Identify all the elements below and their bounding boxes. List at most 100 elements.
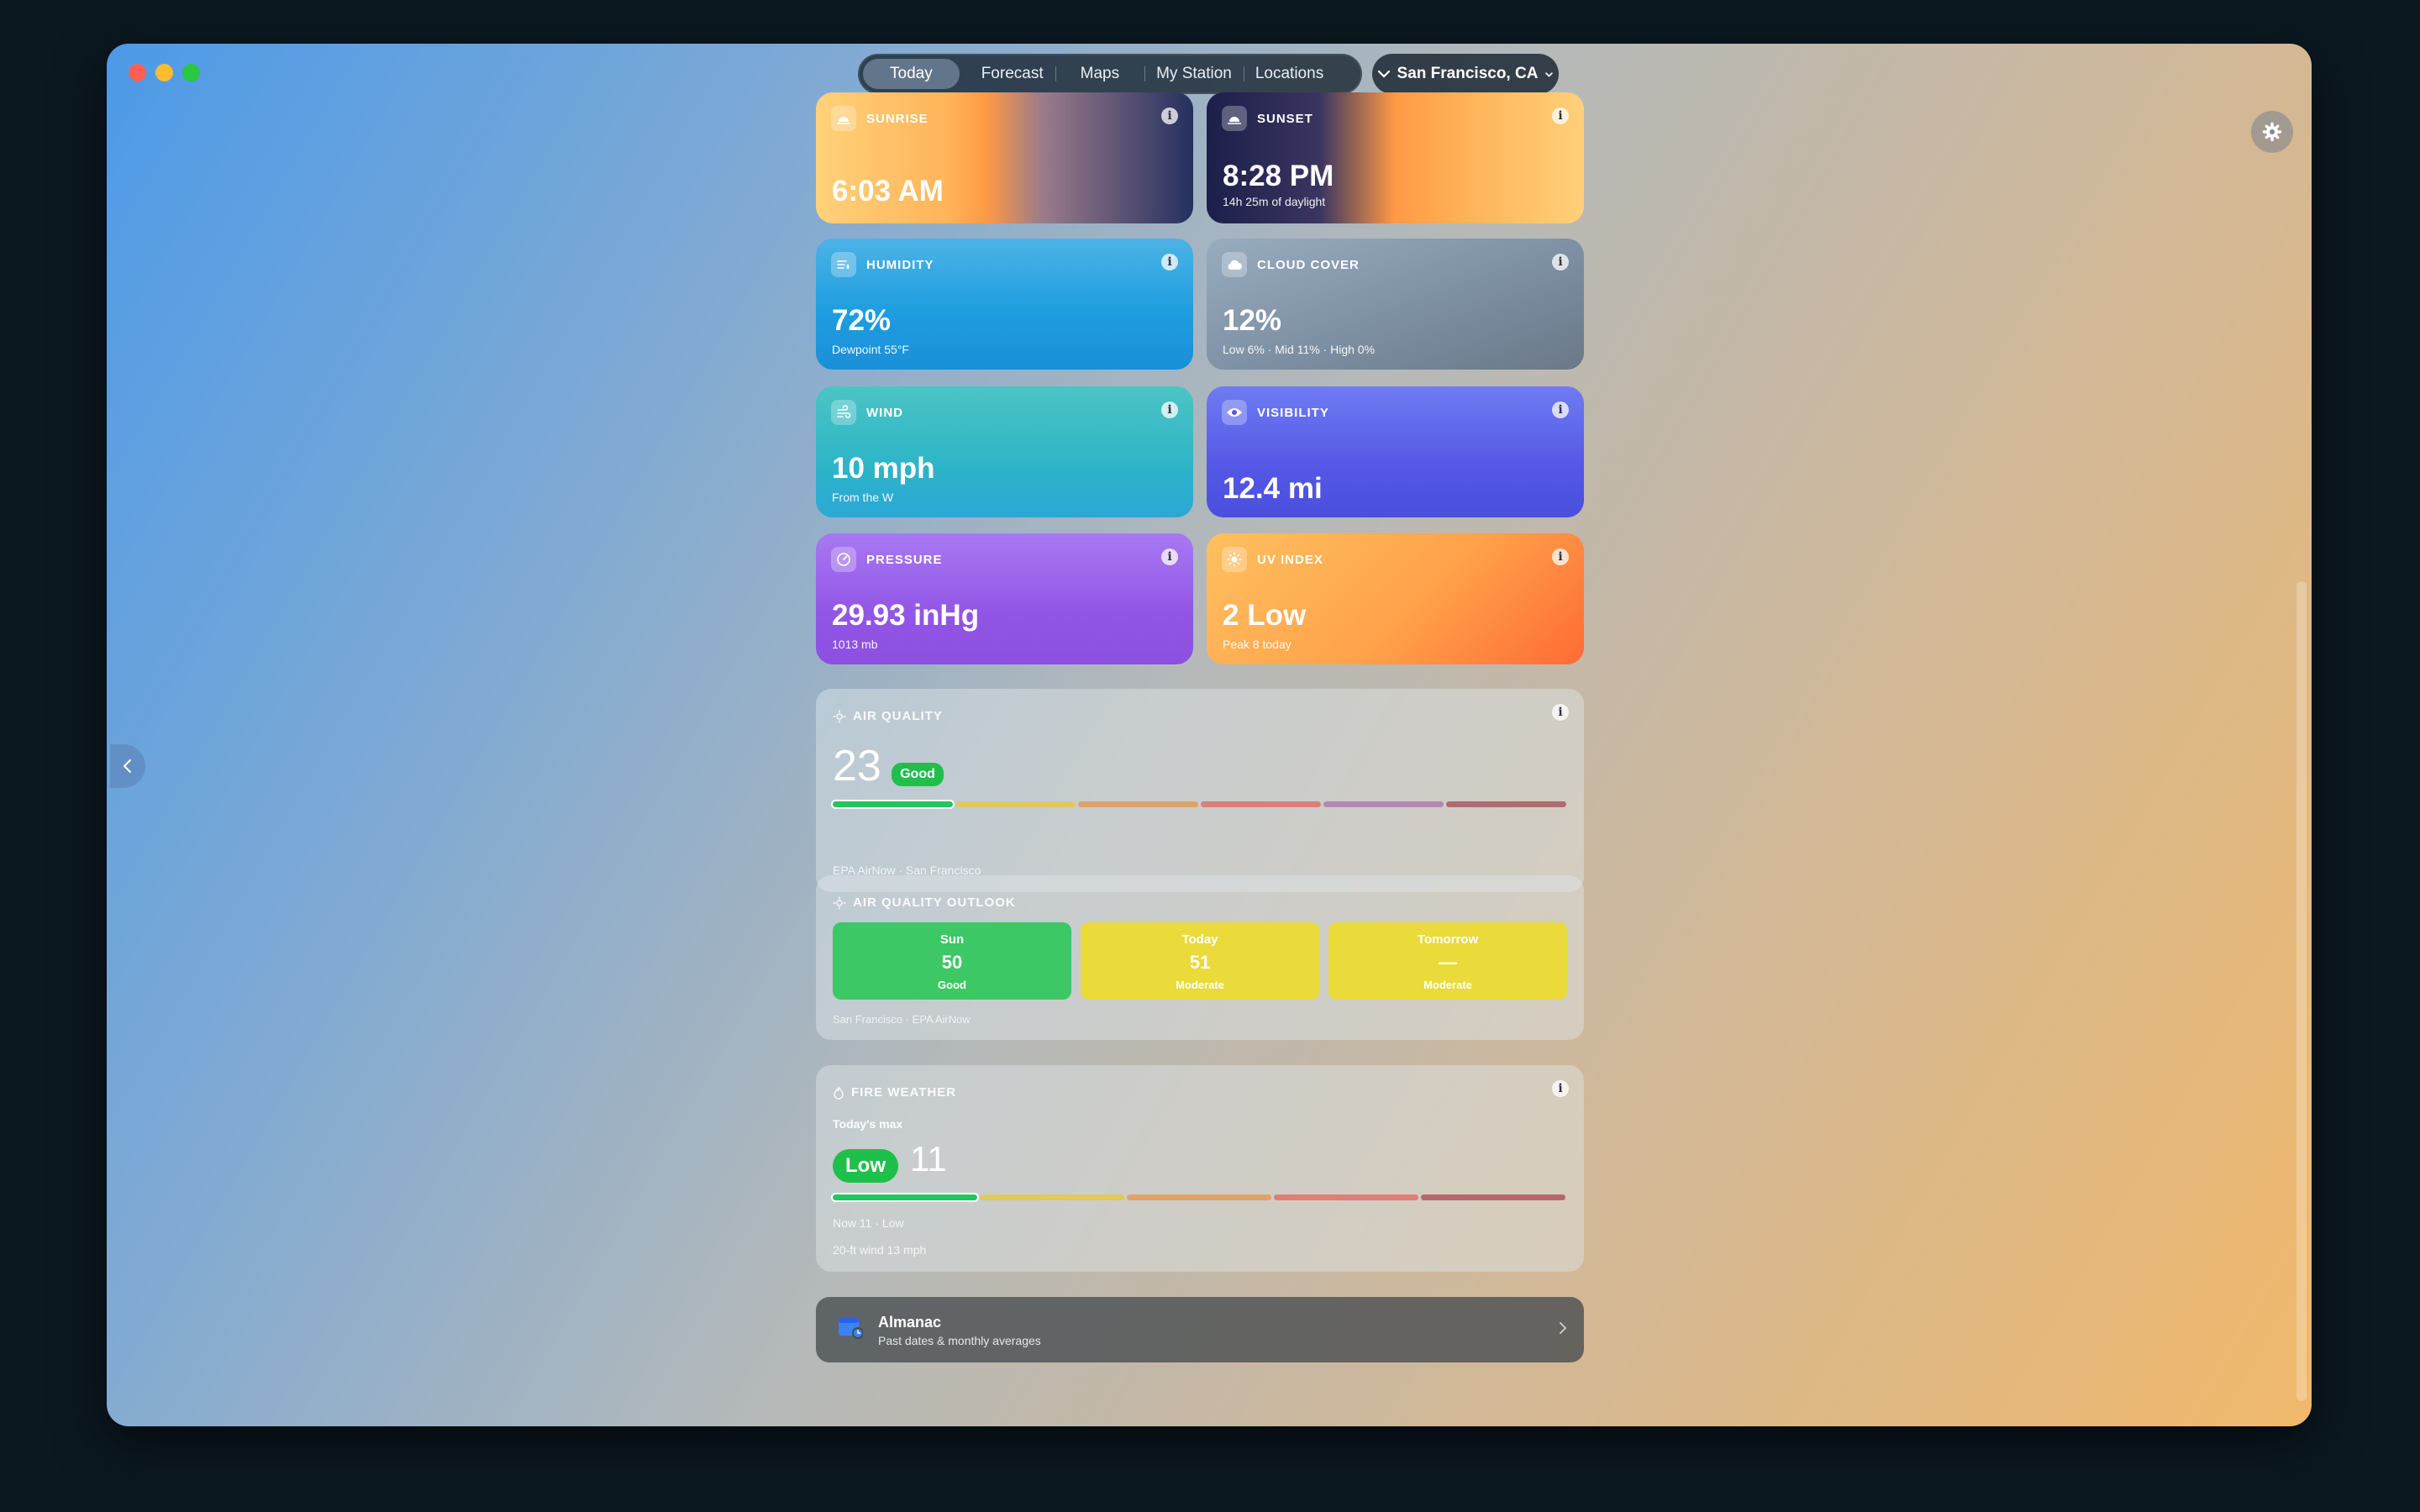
outlook-day-label: Sun	[939, 932, 965, 947]
main-nav: Today Forecast Maps My Station Locations	[858, 54, 1362, 94]
info-icon[interactable]: i	[1552, 549, 1569, 565]
fire-wind-text: 20-ft wind 13 mph	[833, 1243, 927, 1257]
humidity-value: 72%	[832, 304, 892, 337]
flame-icon	[834, 1086, 844, 1100]
outlook-day-label: Today	[1181, 932, 1218, 947]
outlook-day-tomorrow[interactable]: Tomorrow — Moderate	[1328, 922, 1567, 1000]
tile-title: UV INDEX	[1257, 552, 1323, 567]
cloud-icon	[1222, 252, 1247, 277]
scale-segment	[833, 1194, 977, 1200]
scrollbar[interactable]	[2296, 581, 2307, 1401]
tab-maps[interactable]: Maps	[1055, 59, 1144, 89]
humidity-card[interactable]: HUMIDITY i 72% Dewpoint 55°F	[816, 239, 1193, 370]
calendar-icon	[839, 1318, 863, 1339]
outlook-day-sun[interactable]: Sun 50 Good	[833, 922, 1071, 1000]
scale-segment	[955, 801, 1076, 807]
cloud-cover-card[interactable]: CLOUD COVER i 12% Low 6% · Mid 11% · Hig…	[1207, 239, 1584, 370]
sidebar-toggle-button[interactable]	[110, 744, 145, 788]
wind-card[interactable]: WIND i 10 mph From the W	[816, 386, 1193, 517]
scale-segment	[1421, 1194, 1565, 1200]
fire-weather-panel[interactable]: FIRE WEATHER i Today's max Low 11 Now 11…	[816, 1065, 1584, 1272]
info-icon[interactable]: i	[1552, 254, 1569, 270]
zoom-window-button[interactable]	[182, 64, 200, 81]
fire-risk-badge: Low	[833, 1149, 898, 1183]
sun-icon	[1222, 547, 1247, 572]
pressure-value: 29.93 inHg	[832, 599, 980, 632]
outlook-day-value: 51	[1189, 952, 1211, 973]
close-window-button[interactable]	[129, 64, 146, 81]
location-selector[interactable]: San Francisco, CA	[1372, 54, 1559, 94]
visibility-card[interactable]: VISIBILITY i 12.4 mi	[1207, 386, 1584, 517]
pressure-mb: 1013 mb	[832, 638, 878, 651]
sunrise-card[interactable]: SUNRISE i 6:03 AM	[816, 92, 1193, 223]
aqi-scale	[833, 801, 1566, 807]
scale-segment	[833, 801, 953, 807]
panel-title: AIR QUALITY OUTLOOK	[853, 895, 1016, 910]
wind-value: 10 mph	[832, 452, 935, 485]
outlook-day-category: Moderate	[1423, 979, 1472, 991]
scale-segment	[1078, 801, 1198, 807]
tile-title: SUNRISE	[866, 111, 929, 126]
air-quality-panel[interactable]: AIR QUALITY i 23 Good EPA AirNow · San F…	[816, 689, 1584, 892]
wind-icon	[831, 400, 856, 425]
chevron-down-icon	[1377, 70, 1390, 78]
tab-forecast[interactable]: Forecast	[970, 59, 1055, 89]
gauge-icon	[831, 547, 856, 572]
outlook-day-value: 50	[941, 952, 963, 973]
aqi-icon	[833, 709, 846, 723]
minimize-window-button[interactable]	[155, 64, 173, 81]
outlook-day-today[interactable]: Today 51 Moderate	[1081, 922, 1319, 1000]
tab-locations[interactable]: Locations	[1243, 59, 1335, 89]
panel-title: AIR QUALITY	[853, 709, 943, 723]
visibility-value: 12.4 mi	[1223, 472, 1323, 505]
tile-title: SUNSET	[1257, 111, 1313, 126]
sunset-value: 8:28 PM	[1223, 160, 1334, 192]
tile-title: HUMIDITY	[866, 257, 934, 272]
info-icon[interactable]: i	[1552, 1080, 1569, 1097]
fire-now-text: Now 11 · Low	[833, 1216, 904, 1230]
sunset-icon	[1222, 106, 1247, 131]
air-quality-outlook-panel[interactable]: AIR QUALITY OUTLOOK Sun 50 Good Today 51…	[816, 875, 1584, 1040]
scale-segment	[1274, 1194, 1418, 1200]
chevron-right-icon	[1560, 1322, 1567, 1334]
scale-segment	[1323, 801, 1444, 807]
aqi-status-badge: Good	[892, 763, 944, 786]
info-icon[interactable]: i	[1552, 108, 1569, 124]
info-icon[interactable]: i	[1161, 549, 1178, 565]
tab-today[interactable]: Today	[863, 59, 960, 89]
cloud-cover-layers: Low 6% · Mid 11% · High 0%	[1223, 343, 1376, 356]
info-icon[interactable]: i	[1552, 402, 1569, 418]
tile-title: WIND	[866, 405, 903, 420]
tile-title: PRESSURE	[866, 552, 943, 567]
fire-today-max-label: Today's max	[833, 1117, 903, 1131]
info-icon[interactable]: i	[1161, 402, 1178, 418]
tab-my-station[interactable]: My Station	[1144, 59, 1244, 89]
outlook-day-label: Tomorrow	[1417, 932, 1479, 947]
sunset-daylight: 14h 25m of daylight	[1223, 195, 1326, 208]
fire-index-value: 11	[910, 1139, 947, 1179]
info-icon[interactable]: i	[1161, 254, 1178, 270]
sunset-card[interactable]: SUNSET i 8:28 PM 14h 25m of daylight	[1207, 92, 1584, 223]
window-controls	[129, 64, 200, 81]
info-icon[interactable]: i	[1552, 704, 1569, 721]
scale-segment	[980, 1194, 1124, 1200]
aqi-icon	[833, 895, 846, 910]
scale-segment	[1127, 1194, 1271, 1200]
almanac-row[interactable]: Almanac Past dates & monthly averages	[816, 1297, 1584, 1362]
panel-title: FIRE WEATHER	[851, 1085, 957, 1100]
scale-segment	[1446, 801, 1566, 807]
eye-icon	[1222, 400, 1247, 425]
info-icon[interactable]: i	[1161, 108, 1178, 124]
tile-title: CLOUD COVER	[1257, 257, 1360, 272]
aqi-value: 23	[833, 742, 881, 790]
tile-title: VISIBILITY	[1257, 405, 1329, 420]
uv-index-card[interactable]: UV INDEX i 2 Low Peak 8 today	[1207, 533, 1584, 664]
location-name: San Francisco, CA	[1397, 65, 1539, 82]
settings-button[interactable]	[2251, 111, 2293, 153]
outlook-source: San Francisco · EPA AirNow	[833, 1013, 971, 1026]
almanac-title: Almanac	[878, 1314, 942, 1331]
pressure-card[interactable]: PRESSURE i 29.93 inHg 1013 mb	[816, 533, 1193, 664]
outlook-day-category: Moderate	[1176, 979, 1224, 991]
almanac-subtitle: Past dates & monthly averages	[878, 1334, 1041, 1347]
cloud-cover-value: 12%	[1223, 304, 1282, 337]
